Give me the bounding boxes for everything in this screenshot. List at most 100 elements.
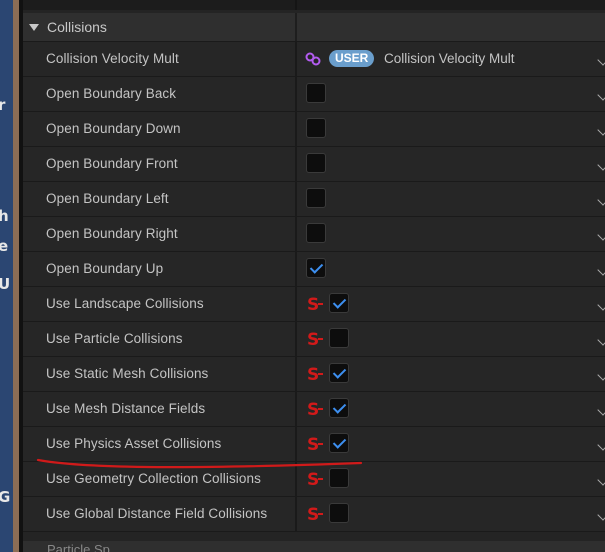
column-divider[interactable]	[295, 322, 297, 357]
property-row[interactable]: Use Particle Collisions S	[23, 322, 605, 357]
static-switch-icon: S	[307, 435, 323, 454]
top-scrolled-row	[23, 0, 605, 10]
column-divider[interactable]	[295, 427, 297, 462]
column-divider[interactable]	[295, 112, 297, 147]
property-label: Open Boundary Left	[46, 191, 169, 206]
property-checkbox[interactable]	[329, 363, 349, 383]
column-divider	[295, 13, 297, 41]
chevron-down-icon[interactable]	[597, 509, 605, 521]
chevron-down-icon[interactable]	[597, 369, 605, 381]
details-panel: Collisions Collision Velocity Mult USER Co…	[23, 0, 605, 552]
property-label: Use Geometry Collection Collisions	[46, 471, 261, 486]
property-row[interactable]: Use Mesh Distance Fields S	[23, 392, 605, 427]
property-row[interactable]: Collision Velocity Mult USER Collision Vel…	[23, 42, 605, 77]
column-divider[interactable]	[295, 252, 297, 287]
chevron-down-icon[interactable]	[597, 439, 605, 451]
property-checkbox[interactable]	[306, 223, 326, 243]
property-checkbox[interactable]	[329, 468, 349, 488]
viewport-glyph: e	[0, 237, 9, 255]
column-divider[interactable]	[295, 462, 297, 497]
static-switch-icon: S	[307, 365, 323, 384]
property-row[interactable]: Use Landscape Collisions S	[23, 287, 605, 322]
property-checkbox[interactable]	[329, 398, 349, 418]
property-row[interactable]: Use Physics Asset Collisions S	[23, 427, 605, 462]
property-checkbox[interactable]	[329, 433, 349, 453]
property-label: Open Boundary Back	[46, 86, 177, 101]
static-switch-icon: S	[307, 295, 323, 314]
column-divider[interactable]	[295, 392, 297, 427]
property-row[interactable]: Open Boundary Front	[23, 147, 605, 182]
svg-text:S: S	[307, 365, 319, 384]
chevron-down-icon[interactable]	[597, 334, 605, 346]
property-checkbox[interactable]	[306, 188, 326, 208]
static-switch-icon: S	[307, 330, 323, 349]
next-section-header[interactable]: Particle Sp...	[23, 541, 605, 552]
viewport-edge: r he U G	[0, 0, 13, 552]
svg-text:S: S	[307, 400, 319, 419]
link-icon[interactable]	[305, 51, 321, 67]
column-divider[interactable]	[295, 287, 297, 322]
static-switch-icon: S	[307, 505, 323, 524]
property-label: Use Static Mesh Collisions	[46, 366, 209, 381]
property-row[interactable]: Use Global Distance Field Collisions S	[23, 497, 605, 532]
property-row[interactable]: Open Boundary Down	[23, 112, 605, 147]
property-label: Use Landscape Collisions	[46, 296, 204, 311]
chevron-down-icon[interactable]	[597, 54, 605, 66]
collisions-section-header[interactable]: Collisions	[23, 13, 605, 42]
chevron-down-icon[interactable]	[597, 404, 605, 416]
property-label: Use Global Distance Field Collisions	[46, 506, 268, 521]
static-switch-icon: S	[307, 470, 323, 489]
chevron-down-icon[interactable]	[597, 229, 605, 241]
property-label: Use Physics Asset Collisions	[46, 436, 222, 451]
property-label: Open Boundary Down	[46, 121, 181, 136]
user-parameter-badge[interactable]: USER	[329, 50, 375, 67]
property-checkbox[interactable]	[329, 503, 349, 523]
viewport-glyph: G	[0, 488, 11, 506]
section-title: Collisions	[47, 19, 107, 35]
column-divider[interactable]	[295, 217, 297, 252]
property-label: Use Mesh Distance Fields	[46, 401, 206, 416]
property-row[interactable]: Open Boundary Right	[23, 217, 605, 252]
property-checkbox[interactable]	[306, 83, 326, 103]
property-label: Open Boundary Right	[46, 226, 178, 241]
property-row[interactable]: Open Boundary Up	[23, 252, 605, 287]
chevron-down-icon[interactable]	[597, 474, 605, 486]
chevron-down-icon[interactable]	[597, 89, 605, 101]
viewport-glyph: r	[0, 96, 6, 114]
property-row[interactable]: Open Boundary Back	[23, 77, 605, 112]
column-divider[interactable]	[295, 42, 297, 77]
property-label: Use Particle Collisions	[46, 331, 183, 346]
viewport-glyph: U	[0, 275, 11, 293]
chevron-down-icon[interactable]	[597, 159, 605, 171]
column-divider[interactable]	[295, 77, 297, 112]
property-label: Collision Velocity Mult	[46, 51, 179, 66]
property-label: Open Boundary Up	[46, 261, 164, 276]
svg-text:S: S	[307, 435, 319, 454]
property-checkbox[interactable]	[306, 118, 326, 138]
expand-arrow-icon[interactable]	[29, 24, 39, 31]
column-divider[interactable]	[295, 497, 297, 532]
svg-text:S: S	[307, 330, 319, 349]
chevron-down-icon[interactable]	[597, 264, 605, 276]
static-switch-icon: S	[307, 400, 323, 419]
svg-text:S: S	[307, 470, 319, 489]
property-checkbox[interactable]	[329, 293, 349, 313]
chevron-down-icon[interactable]	[597, 194, 605, 206]
property-label: Open Boundary Front	[46, 156, 178, 171]
svg-text:S: S	[307, 295, 319, 314]
column-divider[interactable]	[295, 182, 297, 217]
svg-text:S: S	[307, 505, 319, 524]
property-row[interactable]: Use Geometry Collection Collisions S	[23, 462, 605, 497]
property-row[interactable]: Use Static Mesh Collisions S	[23, 357, 605, 392]
chevron-down-icon[interactable]	[597, 124, 605, 136]
column-divider[interactable]	[295, 357, 297, 392]
next-section-title: Particle Sp...	[47, 542, 121, 552]
property-checkbox[interactable]	[306, 258, 326, 278]
property-checkbox[interactable]	[329, 328, 349, 348]
viewport-glyph: h	[0, 207, 9, 225]
property-checkbox[interactable]	[306, 153, 326, 173]
bound-parameter-name[interactable]: Collision Velocity Mult	[384, 51, 515, 66]
column-divider[interactable]	[295, 147, 297, 182]
chevron-down-icon[interactable]	[597, 299, 605, 311]
property-row[interactable]: Open Boundary Left	[23, 182, 605, 217]
